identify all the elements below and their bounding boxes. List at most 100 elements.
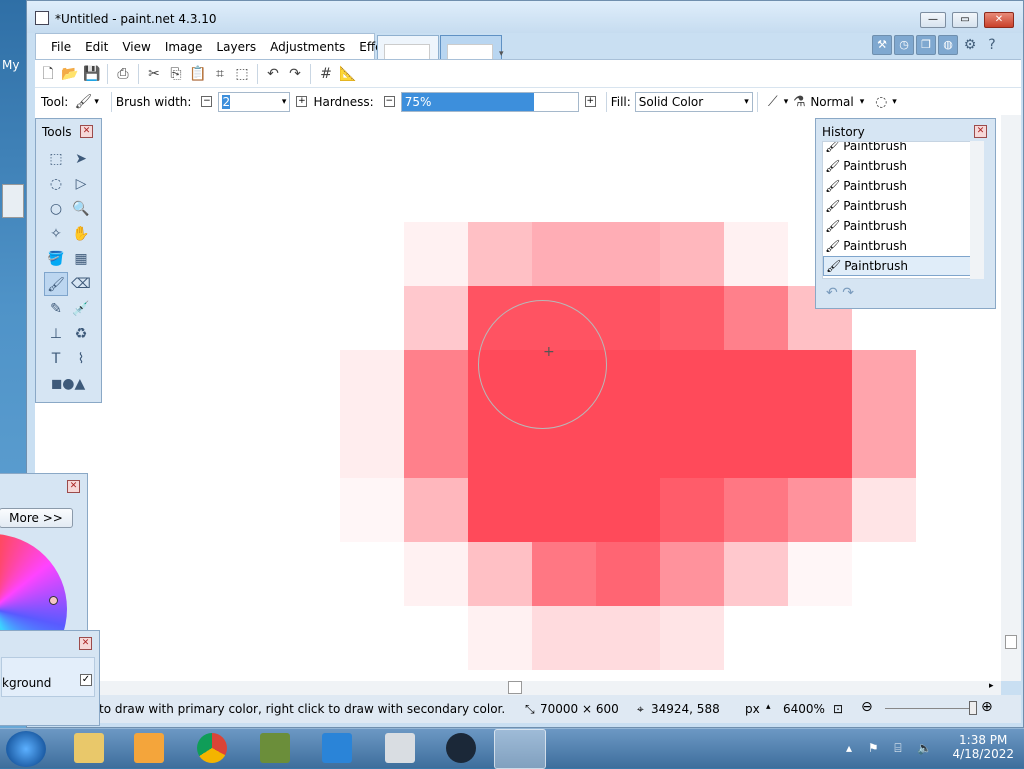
selection-mode-dropdown-icon[interactable]: ▾	[892, 97, 897, 107]
color-wheel[interactable]	[0, 534, 67, 632]
history-panel-close-icon[interactable]: ✕	[974, 125, 987, 138]
history-item[interactable]: 🖌 Paintbrush	[823, 142, 971, 156]
ruler-icon[interactable]: 📐	[337, 63, 359, 85]
gradient-icon[interactable]: ▦	[69, 247, 93, 271]
history-item[interactable]: 🖌 Paintbrush	[823, 236, 971, 256]
brush-width-input[interactable]: 2 ▾	[218, 91, 291, 112]
magic-wand-icon[interactable]: ✧	[44, 222, 68, 246]
layers-toggle-icon[interactable]: ❐	[916, 35, 936, 55]
menu-image[interactable]: Image	[158, 35, 210, 59]
brush-width-increase-button[interactable]: +	[296, 96, 308, 107]
desktop-label[interactable]: My	[2, 58, 19, 72]
tool-dropdown-icon[interactable]: ▾	[94, 97, 99, 107]
new-file-icon[interactable]: 🗋	[37, 63, 59, 85]
ellipse-select-icon[interactable]: ○	[44, 197, 68, 221]
menu-edit[interactable]: Edit	[78, 35, 115, 59]
paintbrush-icon[interactable]: 🖌	[44, 272, 68, 296]
color-picker-icon[interactable]: 💉	[69, 297, 93, 321]
print-icon[interactable]: ⎙	[112, 63, 134, 85]
roblox-studio-icon[interactable]	[322, 733, 352, 763]
paintnet-taskbar-icon[interactable]	[494, 729, 546, 769]
tray-icons[interactable]: ▴ ⚑ ⌸ 🔈	[846, 741, 938, 756]
start-button[interactable]	[6, 731, 46, 767]
zoom-slider[interactable]	[885, 708, 975, 709]
color-wheel-knob[interactable]	[49, 596, 58, 605]
save-icon[interactable]: 💾	[81, 63, 103, 85]
tabs-dropdown-icon[interactable]: ▾	[499, 49, 504, 59]
undo-icon[interactable]: ↶	[262, 63, 284, 85]
desktop-icon[interactable]	[2, 184, 24, 218]
hardness-slider[interactable]: 75%	[400, 91, 579, 112]
history-item[interactable]: 🖌 Paintbrush	[823, 156, 971, 176]
horizontal-scrollbar[interactable]: ▸	[35, 681, 1001, 695]
history-item[interactable]: 🖌 Paintbrush	[823, 196, 971, 216]
scroll-right-icon[interactable]: ▸	[989, 681, 994, 691]
zoom-icon[interactable]: 🔍	[69, 197, 93, 221]
eraser-icon[interactable]: ⌫	[69, 272, 93, 296]
open-folder-icon[interactable]: 📂	[59, 63, 81, 85]
cut-icon[interactable]: ✂	[143, 63, 165, 85]
zoom-value[interactable]: 6400%	[783, 702, 825, 716]
brush-width-decrease-button[interactable]: −	[201, 96, 213, 107]
history-item[interactable]: 🖌 Paintbrush	[823, 176, 971, 196]
title-bar[interactable]: *Untitled - paint.net 4.3.10 — ▭ ✕	[27, 1, 1023, 33]
units-dropdown-icon[interactable]: ▴	[766, 702, 771, 712]
vertical-scrollbar[interactable]	[1001, 115, 1021, 681]
minecraft-icon[interactable]	[260, 733, 290, 763]
paintbrush-tool-icon[interactable]: 🖌	[72, 91, 94, 113]
grid-icon[interactable]: #	[315, 63, 337, 85]
move-selected-icon[interactable]: ➤	[69, 147, 93, 171]
history-item[interactable]: 🖌 Paintbrush	[823, 216, 971, 236]
units-value[interactable]: px	[745, 702, 760, 716]
pencil-icon[interactable]: ✎	[44, 297, 68, 321]
tools-panel-close-icon[interactable]: ✕	[80, 125, 93, 138]
antialiasing-icon[interactable]: ⟋	[762, 91, 784, 113]
text-icon[interactable]: T	[44, 347, 68, 371]
move-selection-icon[interactable]: ▷	[69, 172, 93, 196]
rectangle-select-icon[interactable]: ⬚	[44, 147, 68, 171]
blend-mode-dropdown-icon[interactable]: ▾	[860, 97, 865, 107]
menu-adjustments[interactable]: Adjustments	[263, 35, 352, 59]
explorer-icon[interactable]	[74, 733, 104, 763]
media-player-icon[interactable]	[134, 733, 164, 763]
colors-panel-close-icon[interactable]: ✕	[67, 480, 80, 493]
settings-gear-icon[interactable]: ⚙	[960, 35, 980, 55]
zoom-in-icon[interactable]: ⊕	[981, 699, 993, 715]
chrome-icon[interactable]	[197, 733, 227, 763]
history-toggle-icon[interactable]: ◷	[894, 35, 914, 55]
blend-mode-value[interactable]: Normal	[810, 95, 853, 109]
layers-panel-close-icon[interactable]: ✕	[79, 637, 92, 650]
tools-toggle-icon[interactable]: ⚒	[872, 35, 892, 55]
crop-icon[interactable]: ⌗	[209, 63, 231, 85]
roblox-icon[interactable]	[385, 733, 415, 763]
fill-dropdown[interactable]: Solid Color ▾	[634, 91, 753, 112]
line-curve-icon[interactable]: ⌇	[69, 347, 93, 371]
history-item-selected[interactable]: 🖌 Paintbrush	[823, 256, 971, 276]
zoom-slider-knob[interactable]	[969, 701, 977, 715]
lasso-select-icon[interactable]: ◌	[44, 172, 68, 196]
menu-file[interactable]: File	[44, 35, 78, 59]
zoom-to-window-icon[interactable]: ⊡	[833, 702, 843, 716]
redo-icon[interactable]: ↷	[284, 63, 306, 85]
selection-mode-icon[interactable]: ◌	[870, 91, 892, 113]
pan-hand-icon[interactable]: ✋	[69, 222, 93, 246]
colors-toggle-icon[interactable]: ◍	[938, 35, 958, 55]
help-icon[interactable]: ?	[982, 35, 1002, 55]
layer-row[interactable]: kground ✓	[1, 657, 95, 697]
blend-mode-icon[interactable]: ⚗	[788, 91, 810, 113]
history-redo-icon[interactable]: ↷	[842, 285, 854, 301]
maximize-button[interactable]: ▭	[952, 12, 978, 28]
close-button[interactable]: ✕	[984, 12, 1014, 28]
deselect-icon[interactable]: ⬚	[231, 63, 253, 85]
paint-bucket-icon[interactable]: 🪣	[44, 247, 68, 271]
history-scrollbar[interactable]	[970, 141, 984, 279]
menu-layers[interactable]: Layers	[209, 35, 263, 59]
copy-icon[interactable]: ⎘	[165, 63, 187, 85]
more-colors-button[interactable]: More >>	[0, 508, 73, 528]
layer-visible-checkbox[interactable]: ✓	[80, 674, 92, 686]
steam-icon[interactable]	[446, 733, 476, 763]
clock[interactable]: 1:38 PM 4/18/2022	[952, 733, 1014, 761]
recolor-icon[interactable]: ♻	[69, 322, 93, 346]
paste-icon[interactable]: 📋	[187, 63, 209, 85]
history-undo-icon[interactable]: ↶	[826, 285, 838, 301]
